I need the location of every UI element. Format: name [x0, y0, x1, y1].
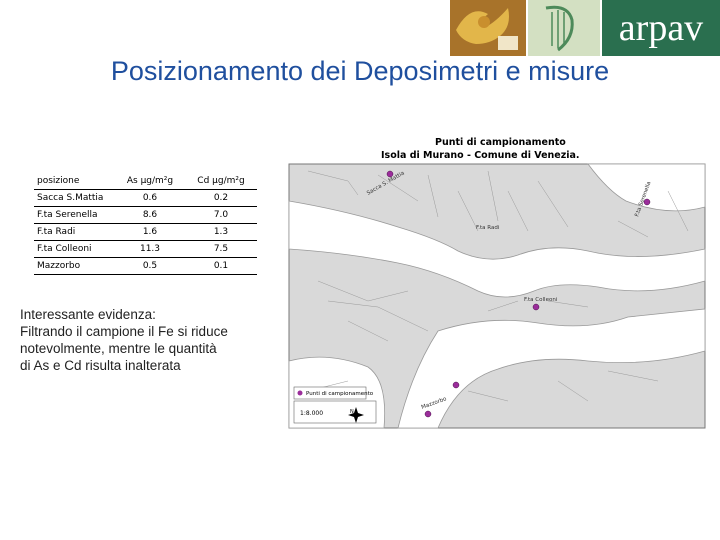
- table-cell: 0.6: [115, 189, 185, 207]
- column-header: As µg/m²g: [115, 173, 185, 190]
- column-header: posizione: [34, 173, 115, 190]
- table-cell: F.ta Colleoni: [34, 240, 115, 258]
- page-title: Posizionamento dei Deposimetri e misure: [110, 56, 610, 86]
- map-legend: Punti di campionamento 1:8.000 N: [293, 386, 377, 424]
- table-cell: 1.6: [115, 223, 185, 241]
- measurements-table: posizione As µg/m²g Cd µg/m²g Sacca S.Ma…: [34, 173, 257, 275]
- table-cell: 8.6: [115, 206, 185, 224]
- table-cell: F.ta Radi: [34, 223, 115, 241]
- sampling-point: [424, 410, 432, 418]
- column-header: Cd µg/m²g: [185, 173, 257, 190]
- sampling-map: Punti di campionamento Isola di Murano -…: [288, 131, 706, 429]
- map-frame: Sacca S. Mattia F.ta Serenella F.ta Radi…: [288, 163, 706, 429]
- table-row: Mazzorbo 0.5 0.1: [34, 257, 257, 275]
- note-line: Interessante evidenza:: [20, 307, 156, 322]
- site-label: F.ta Radi: [476, 225, 500, 231]
- harp-logo: [528, 0, 600, 56]
- table-row: F.ta Colleoni 11.3 7.5: [34, 240, 257, 258]
- table-row: F.ta Radi 1.6 1.3: [34, 223, 257, 241]
- sampling-point: [532, 303, 540, 311]
- table-cell: Mazzorbo: [34, 257, 115, 275]
- note-line: di As e Cd risulta inalterata: [20, 358, 181, 373]
- winged-lion-logo: [450, 0, 526, 56]
- note-line: Filtrando il campione il Fe si riduce: [20, 324, 228, 339]
- table-cell: 7.0: [185, 206, 257, 224]
- sampling-point: [452, 381, 460, 389]
- table-cell: 7.5: [185, 240, 257, 258]
- site-label: F.ta Colleoni: [524, 297, 558, 303]
- table-row: Sacca S.Mattia 0.6 0.2: [34, 189, 257, 207]
- evidence-note: Interessante evidenza: Filtrando il camp…: [20, 306, 280, 374]
- table-cell: Sacca S.Mattia: [34, 189, 115, 207]
- table-cell: 1.3: [185, 223, 257, 241]
- note-line: notevolmente, mentre le quantità: [20, 341, 217, 356]
- table-header-row: posizione As µg/m²g Cd µg/m²g: [34, 173, 257, 190]
- table-cell: 11.3: [115, 240, 185, 258]
- table-cell: 0.5: [115, 257, 185, 275]
- map-scale: 1:8.000: [300, 410, 323, 417]
- table-cell: 0.1: [185, 257, 257, 275]
- map-subtitle: Isola di Murano - Comune di Venezia.: [381, 150, 580, 161]
- table-cell: 0.2: [185, 189, 257, 207]
- arpav-brand-logo: arpav: [602, 0, 720, 56]
- legend-label: Punti di campionamento: [306, 391, 374, 397]
- table-cell: F.ta Serenella: [34, 206, 115, 224]
- map-title: Punti di campionamento: [435, 137, 566, 148]
- table-row: F.ta Serenella 8.6 7.0: [34, 206, 257, 224]
